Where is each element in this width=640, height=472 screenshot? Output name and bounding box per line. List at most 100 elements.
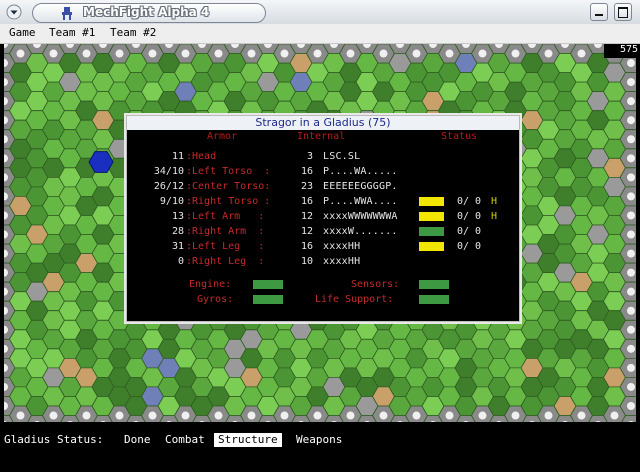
map-border-marker (627, 287, 635, 296)
minimize-button[interactable] (590, 3, 608, 21)
map-border-marker (478, 49, 487, 58)
location-status-bar (419, 212, 444, 221)
map-border-marker (627, 211, 635, 220)
map-border-marker (82, 49, 91, 58)
window-title-pill[interactable]: MechFight Alpha 4 (32, 3, 266, 23)
menu-game[interactable]: Game (9, 26, 36, 39)
map-border-marker (445, 49, 454, 58)
internal-value: 16 (300, 241, 313, 252)
location-row: 9/10:Right Torso : 16 P....WWA.... 0/ 0 H (127, 195, 519, 209)
map-border-marker (412, 49, 421, 58)
map-border-marker (627, 97, 635, 106)
map-border-marker (478, 411, 487, 420)
internal-value: 10 (300, 256, 313, 267)
location-row: 34/10:Left Torso : 16 P....WA..... (127, 165, 519, 179)
map-border-marker (511, 49, 520, 58)
map-border-marker (627, 363, 635, 372)
internal-value: 3 (306, 151, 313, 162)
map-border-marker (247, 411, 256, 420)
map-border-marker (379, 411, 388, 420)
location-name: :Right Torso : (186, 196, 271, 207)
ammo-value: 0/ 0 (457, 226, 482, 237)
map-border-marker (627, 306, 635, 315)
map-border-marker (627, 192, 635, 201)
sensors-status-bar (419, 280, 449, 289)
location-status-bar (419, 242, 444, 251)
map-border-marker (627, 135, 635, 144)
map-border-marker (181, 411, 190, 420)
location-row: 28:Right Arm : 12 xxxxW....... 0/ 0 (127, 225, 519, 239)
map-border-marker (627, 173, 635, 182)
map-border-marker (627, 344, 635, 353)
map-border-marker (16, 411, 25, 420)
map-border-marker (544, 49, 553, 58)
turn-counter: 575 (604, 44, 640, 58)
map-border-marker (627, 401, 635, 410)
map-border-marker (627, 325, 635, 334)
heat-indicator: H (491, 211, 498, 222)
internal-value: 16 (300, 196, 313, 207)
map-border-marker (627, 78, 635, 87)
window-menu-icon[interactable] (6, 4, 22, 20)
internal-value: 12 (300, 226, 313, 237)
mech-structure-dialog: Stragor in a Gladius (75) Armor Internal… (126, 115, 520, 322)
gyros-label: Gyros: (197, 294, 234, 305)
critical-slots: xxxxHH (323, 256, 361, 267)
map-border-marker (544, 411, 553, 420)
map-border-marker (627, 268, 635, 277)
tab-combat[interactable]: Combat (165, 433, 205, 447)
armor-value: 13 (171, 211, 184, 222)
mech-app-icon (62, 7, 72, 20)
map-border-marker (148, 411, 157, 420)
armor-value: 28 (171, 226, 184, 237)
armor-value: 31 (171, 241, 184, 252)
window-title: MechFight Alpha 4 (83, 5, 210, 19)
internal-value: 16 (300, 166, 313, 177)
map-border-marker (627, 59, 635, 68)
critical-slots: P....WWA.... (323, 196, 398, 207)
map-border-marker (627, 382, 635, 391)
map-border-marker (181, 49, 190, 58)
critical-slots: P....WA..... (323, 166, 398, 177)
map-border-marker (49, 49, 58, 58)
armor-value: 11 (171, 151, 184, 162)
map-border-marker (577, 411, 586, 420)
engine-status-bar (253, 280, 283, 289)
location-row: 0:Right Leg : 10 xxxxHH (127, 255, 519, 269)
map-border-marker (115, 411, 124, 420)
ammo-value: 0/ 0 (457, 241, 482, 252)
map-border-marker (577, 49, 586, 58)
map-border-marker (148, 49, 157, 58)
map-border-marker (412, 411, 421, 420)
menu-bar: Game Team #1 Team #2 (0, 24, 640, 44)
map-border-marker (16, 49, 25, 58)
armor-value: 26/12 (153, 181, 184, 192)
maximize-button[interactable] (614, 3, 632, 21)
critical-slots: LSC.SL (323, 151, 361, 162)
menu-team-2[interactable]: Team #2 (110, 26, 156, 39)
status-header: Status (441, 131, 478, 142)
map-border-marker (82, 411, 91, 420)
location-name: :Left Torso : (186, 166, 271, 177)
map-border-marker (313, 411, 322, 420)
map-border-marker (627, 116, 635, 125)
map-border-marker (379, 49, 388, 58)
tab-weapons[interactable]: Weapons (296, 433, 342, 447)
ammo-value: 0/ 0 (457, 211, 482, 222)
map-border-marker (511, 411, 520, 420)
life-support-status-bar (419, 295, 449, 304)
map-border-marker (627, 154, 635, 163)
tab-done[interactable]: Done (124, 433, 151, 447)
map-border-marker (280, 411, 289, 420)
critical-slots: xxxxW....... (323, 226, 398, 237)
map-border-marker (280, 49, 289, 58)
location-name: :Left Arm : (186, 211, 265, 222)
life-support-label: Life Support: (315, 294, 394, 305)
tab-structure[interactable]: Structure (214, 433, 282, 447)
minimize-icon (595, 14, 603, 16)
critical-slots: xxxxWWWWWWWA (323, 211, 398, 222)
menu-team-1[interactable]: Team #1 (49, 26, 95, 39)
map-border-marker (214, 49, 223, 58)
armor-value: 9/10 (159, 196, 184, 207)
location-name: :Left Leg : (186, 241, 265, 252)
